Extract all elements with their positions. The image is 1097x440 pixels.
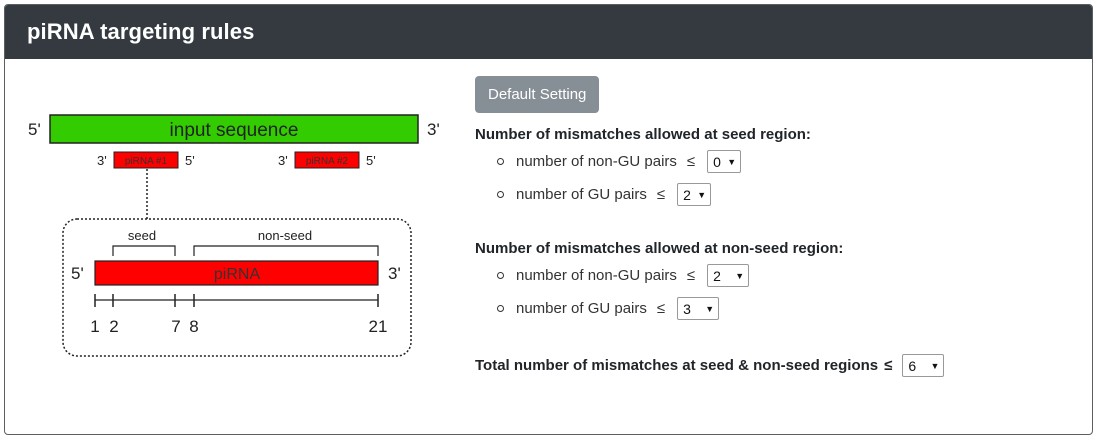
bullet-icon	[497, 158, 504, 165]
bullet-icon	[497, 272, 504, 279]
position-label: 7	[171, 317, 180, 336]
settings-panel: Default Setting Number of mismatches all…	[475, 76, 1075, 377]
total-mismatch-select[interactable]: 6 ▼	[902, 354, 945, 377]
caret-down-icon: ▼	[705, 303, 715, 314]
nonseed-gu-label: number of GU pairs	[516, 300, 647, 317]
nonseed-section-title: Number of mismatches allowed at non-seed…	[475, 240, 844, 257]
input-sequence-label: input sequence	[170, 120, 299, 141]
select-value: 6	[908, 357, 917, 374]
select-value: 2	[683, 186, 691, 203]
bullet-icon	[497, 191, 504, 198]
card-header: piRNA targeting rules	[5, 5, 1092, 59]
page-title: piRNA targeting rules	[27, 19, 255, 44]
seed-gu-select[interactable]: 2 ▼	[677, 183, 712, 206]
caret-down-icon: ▼	[735, 270, 745, 281]
input-5prime-label: 5'	[28, 120, 41, 139]
pirna1-label: piRNA #1	[125, 156, 168, 167]
seed-non-gu-row: number of non-GU pairs ≤ 0 ▼	[497, 150, 742, 173]
non-seed-bracket	[193, 245, 379, 256]
targeting-rules-card: piRNA targeting rules 5' input sequence …	[4, 4, 1093, 435]
pirna2-5prime-label: 5'	[366, 153, 376, 168]
select-value: 2	[713, 267, 721, 284]
pirna2-3prime-label: 3'	[278, 153, 288, 168]
total-mismatch-row: Total number of mismatches at seed & non…	[475, 354, 945, 377]
pirna-5prime-label: 5'	[71, 264, 84, 283]
seed-non-gu-label: number of non-GU pairs	[516, 153, 677, 170]
pirna-3prime-label: 3'	[388, 264, 401, 283]
leq-symbol: ≤	[884, 357, 893, 374]
leq-symbol: ≤	[656, 186, 666, 203]
seed-gu-row: number of GU pairs ≤ 2 ▼	[497, 183, 712, 206]
pirna2-label: piRNA #2	[306, 156, 349, 167]
pirna-targeting-diagram: 5' input sequence 3' 3' piRNA #1 5' 3' p…	[25, 101, 445, 361]
position-label: 8	[189, 317, 198, 336]
pirna1-3prime-label: 3'	[97, 153, 107, 168]
pirna1-5prime-label: 5'	[185, 153, 195, 168]
nonseed-gu-row: number of GU pairs ≤ 3 ▼	[497, 297, 720, 320]
pirna-bar-label: piRNA	[214, 266, 261, 283]
seed-non-gu-select[interactable]: 0 ▼	[707, 150, 742, 173]
non-seed-label: non-seed	[258, 228, 312, 243]
seed-section-title: Number of mismatches allowed at seed reg…	[475, 126, 811, 143]
input-3prime-label: 3'	[427, 120, 440, 139]
select-value: 3	[683, 300, 691, 317]
leq-symbol: ≤	[686, 267, 696, 284]
position-label: 21	[369, 317, 388, 336]
position-label: 1	[90, 317, 99, 336]
caret-down-icon: ▼	[727, 156, 737, 167]
total-mismatch-label: Total number of mismatches at seed & non…	[475, 357, 879, 374]
default-setting-button[interactable]: Default Setting	[475, 76, 600, 113]
seed-bracket	[112, 245, 176, 256]
caret-down-icon: ▼	[930, 360, 940, 371]
nonseed-non-gu-select[interactable]: 2 ▼	[707, 264, 750, 287]
bullet-icon	[497, 305, 504, 312]
nonseed-gu-select[interactable]: 3 ▼	[677, 297, 720, 320]
seed-gu-label: number of GU pairs	[516, 186, 647, 203]
diagram-svg: 5' input sequence 3' 3' piRNA #1 5' 3' p…	[28, 114, 440, 357]
nonseed-non-gu-row: number of non-GU pairs ≤ 2 ▼	[497, 264, 750, 287]
position-label: 2	[109, 317, 118, 336]
nonseed-non-gu-label: number of non-GU pairs	[516, 267, 677, 284]
leq-symbol: ≤	[686, 153, 696, 170]
seed-label: seed	[128, 228, 156, 243]
caret-down-icon: ▼	[697, 189, 707, 200]
select-value: 0	[713, 153, 721, 170]
leq-symbol: ≤	[656, 300, 666, 317]
